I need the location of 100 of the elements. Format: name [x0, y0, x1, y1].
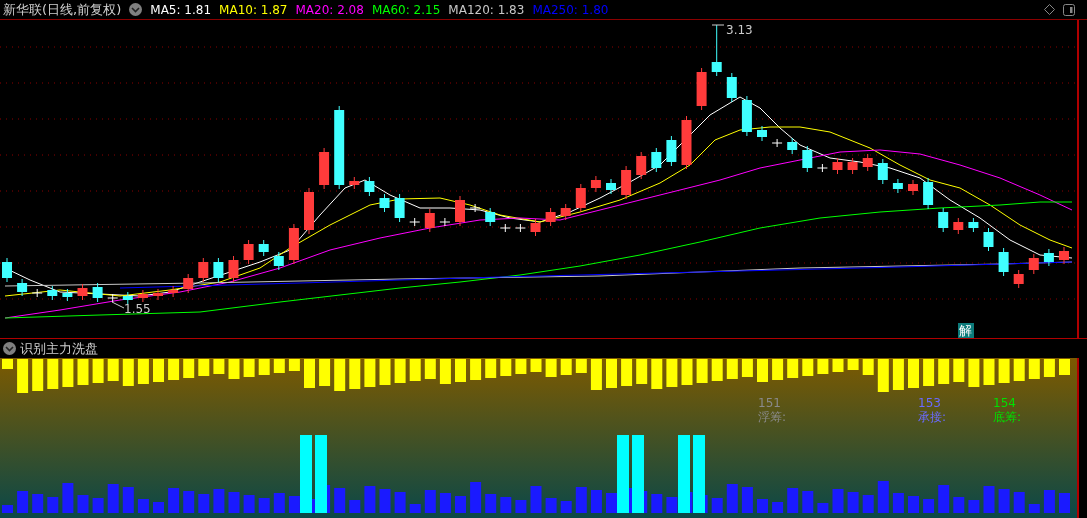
indicator-bar	[122, 487, 134, 513]
candlestick	[424, 208, 435, 233]
signal-number: 153	[918, 396, 941, 410]
candlestick	[409, 217, 421, 227]
indicator-bar	[364, 486, 376, 513]
indicator-bar	[168, 488, 180, 513]
candlestick	[288, 223, 299, 265]
candlestick	[364, 176, 375, 197]
indicator-bar	[183, 491, 195, 513]
moving-average-value: MA120: 1.83	[448, 2, 525, 17]
moving-average-value: MA60: 2.15	[371, 2, 441, 17]
candlestick	[455, 195, 465, 227]
moving-average-value: MA5: 1.81	[150, 2, 212, 17]
indicator-bar	[258, 359, 270, 375]
candlestick	[47, 285, 58, 301]
candlestick	[514, 223, 526, 233]
indicator-bar	[666, 497, 678, 513]
candlestick	[590, 175, 601, 193]
indicator-bar	[334, 488, 346, 513]
indicator-bar	[424, 490, 436, 513]
candlestick	[1028, 253, 1039, 275]
high-price-label: 3.13	[711, 23, 753, 37]
indicator-bar	[908, 359, 919, 388]
indicator-bar	[47, 359, 59, 389]
candlestick	[711, 24, 722, 77]
indicator-bar	[968, 359, 980, 387]
indicator-bar	[923, 499, 935, 513]
indicator-bar	[877, 359, 889, 392]
indicator-bar	[32, 494, 44, 513]
indicator-bar	[122, 359, 134, 386]
signal-number: 154	[993, 396, 1016, 410]
indicator-bar	[77, 359, 89, 385]
indicator-bar	[711, 498, 723, 513]
indicator-bar	[364, 359, 376, 387]
indicator-bar	[787, 488, 799, 513]
indicator-bar	[213, 489, 225, 513]
signal-label: 浮筹:	[758, 410, 787, 424]
indicator-bar	[817, 359, 829, 374]
indicator-bar	[545, 359, 557, 377]
indicator-bar	[137, 499, 149, 513]
candlestick	[908, 179, 918, 196]
indicator-bar	[817, 503, 829, 513]
candlestick	[394, 193, 405, 223]
indicator-bar	[319, 359, 331, 386]
candlestick	[77, 283, 88, 301]
candlestick	[213, 257, 224, 283]
indicator-bar	[1028, 359, 1040, 379]
indicator-bar	[575, 359, 587, 373]
candlestick	[107, 293, 119, 303]
indicator-bar	[590, 359, 602, 390]
indicator-bar	[500, 497, 512, 513]
indicator-bar	[545, 498, 557, 513]
panel-icon[interactable]	[1063, 3, 1075, 16]
candlestick	[499, 223, 511, 233]
candlestick	[379, 193, 390, 213]
indicator-bar	[439, 359, 451, 384]
indicator-bar	[606, 493, 617, 513]
candlestick	[243, 239, 254, 265]
candlestick	[681, 115, 692, 170]
indicator-bar	[228, 359, 240, 379]
indicator-bar	[394, 359, 406, 383]
candlestick	[1043, 248, 1054, 267]
dropdown-icon[interactable]	[129, 3, 143, 16]
indicator-bar	[802, 359, 814, 376]
indicator-bar	[575, 487, 587, 513]
candlestick	[439, 217, 451, 227]
indicator-bar	[757, 499, 768, 513]
indicator-bar	[1013, 359, 1025, 381]
indicator-bar	[168, 359, 180, 380]
candlestick	[726, 72, 737, 103]
indicator-bar	[62, 359, 74, 387]
indicator-bar	[409, 359, 421, 381]
candlestick	[983, 227, 994, 252]
indicator-bar	[1059, 493, 1070, 513]
indicator-bar	[953, 497, 965, 513]
candlestick	[696, 67, 707, 111]
candlestick	[877, 158, 888, 185]
dropdown-icon[interactable]	[3, 342, 16, 355]
indicator-bar	[968, 500, 980, 513]
indicator-bar	[273, 359, 285, 373]
candlestick	[183, 273, 194, 294]
indicator-bar	[288, 496, 300, 513]
diamond-icon[interactable]	[1044, 4, 1055, 15]
signal-badge: 解	[958, 323, 974, 338]
indicator-bar	[938, 359, 950, 384]
indicator-bar	[470, 359, 482, 380]
indicator-bar	[515, 500, 527, 513]
indicator-bar	[243, 495, 255, 513]
candlestick	[137, 289, 148, 303]
indicator-bar	[983, 486, 995, 513]
candlestick	[560, 203, 571, 221]
indicator-bar	[439, 493, 451, 513]
indicator-bar	[560, 501, 572, 513]
indicator-bar	[379, 359, 391, 385]
candlestick	[319, 147, 330, 190]
indicator-bar	[455, 496, 466, 513]
indicator-bar	[77, 495, 89, 513]
candlestick	[153, 288, 163, 301]
indicator-bar	[470, 482, 482, 513]
candlestick	[92, 282, 103, 303]
